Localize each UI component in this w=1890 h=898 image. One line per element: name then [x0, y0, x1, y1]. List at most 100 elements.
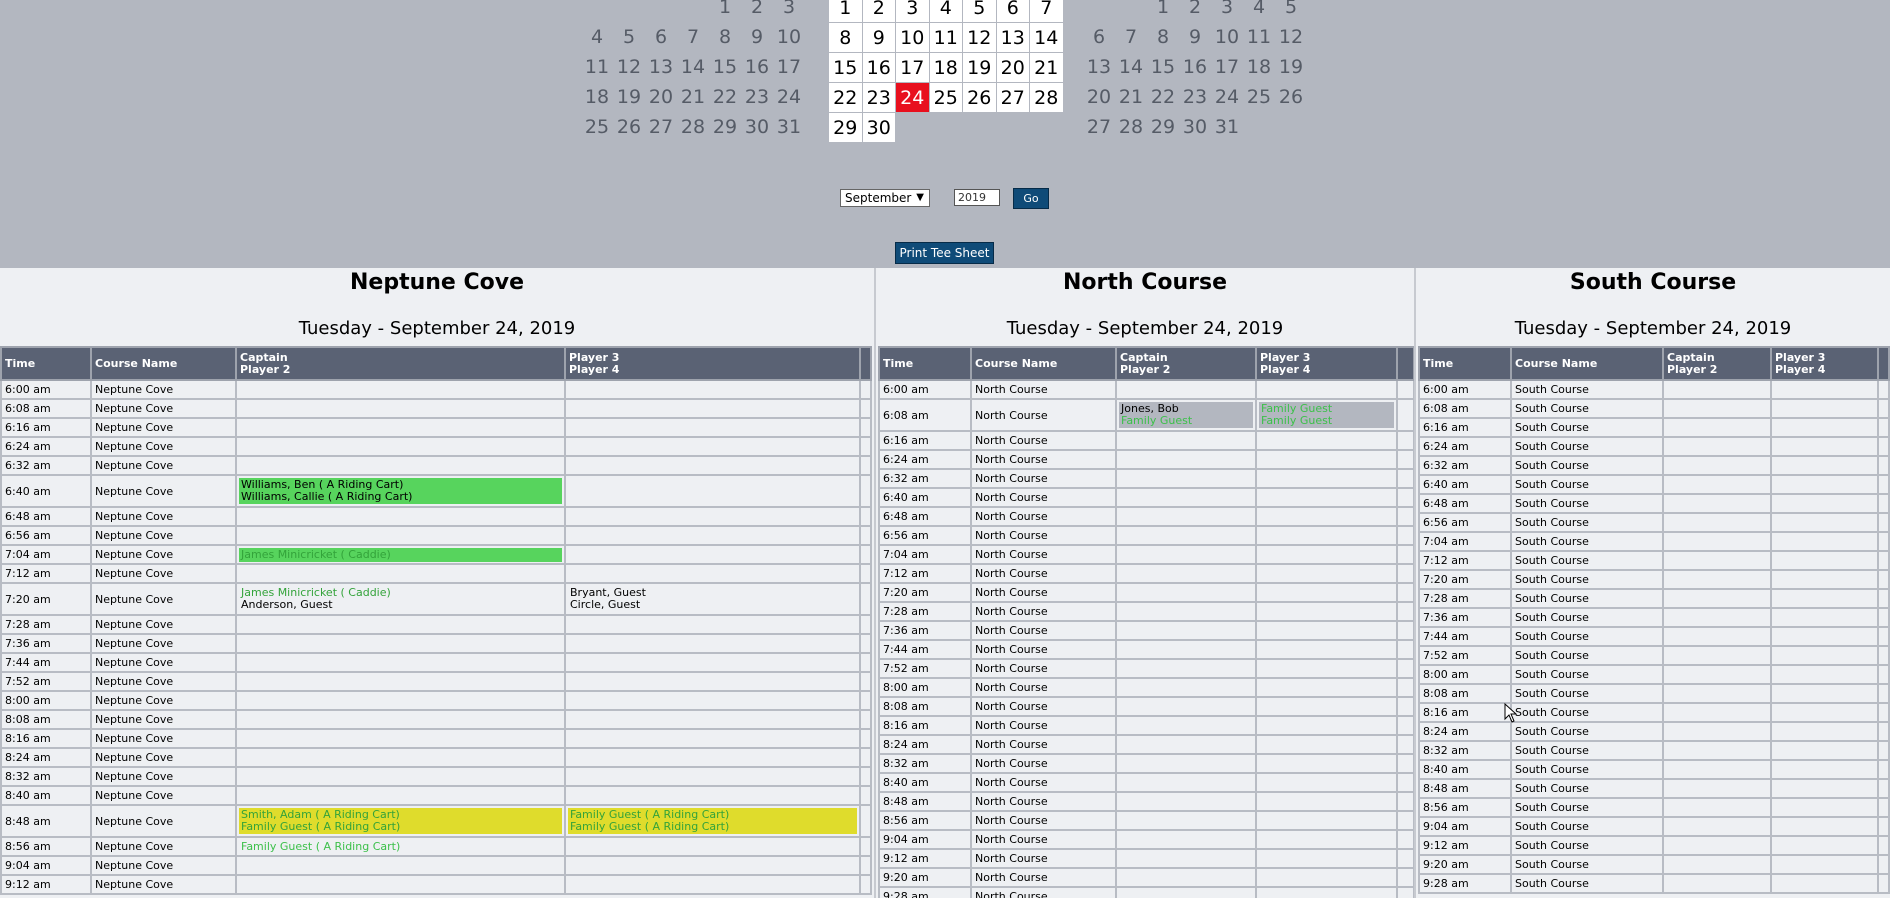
tee-slot-captain-player2[interactable]	[1115, 487, 1257, 508]
tee-slot-player3-player4[interactable]	[1770, 854, 1879, 875]
calendar-day[interactable]: 18	[928, 52, 963, 83]
tee-slot-captain-player2[interactable]	[1115, 791, 1257, 812]
tee-slot-player3-player4[interactable]	[564, 671, 861, 692]
tee-slot-player3-player4[interactable]	[1255, 430, 1398, 451]
tee-slot-captain-player2[interactable]	[1115, 544, 1257, 565]
tee-slot-captain-player2[interactable]	[235, 728, 566, 749]
tee-slot-captain-player2[interactable]	[1662, 702, 1772, 723]
tee-slot-player3-player4[interactable]	[1770, 778, 1879, 799]
booking-block[interactable]: Family Guest ( A Riding Cart) Family Gues…	[568, 808, 857, 834]
tee-slot-player3-player4[interactable]	[1255, 601, 1398, 622]
calendar-day[interactable]: 25	[928, 82, 963, 113]
tee-slot-captain-player2[interactable]	[1115, 525, 1257, 546]
tee-slot-captain-player2[interactable]	[1115, 734, 1257, 755]
tee-slot-captain-player2[interactable]	[1662, 797, 1772, 818]
tee-slot-captain-player2[interactable]	[235, 614, 566, 635]
tee-slot-player3-player4[interactable]	[1255, 563, 1398, 584]
tee-slot-player3-player4[interactable]	[1770, 835, 1879, 856]
tee-slot-captain-player2[interactable]	[1115, 696, 1257, 717]
tee-slot-player3-player4[interactable]	[1770, 398, 1879, 419]
print-tee-sheet-button[interactable]: Print Tee Sheet	[895, 242, 994, 264]
calendar-day[interactable]: 3	[895, 0, 930, 23]
calendar-day[interactable]: 11	[928, 22, 963, 53]
booking-block[interactable]: James Minicricket ( Caddie) Anderson, Gue…	[239, 586, 562, 612]
tee-slot-captain-player2[interactable]	[1662, 512, 1772, 533]
year-input[interactable]	[954, 189, 1000, 206]
tee-slot-captain-player2[interactable]	[1115, 829, 1257, 850]
booking-block[interactable]: Jones, Bob Family Guest	[1119, 402, 1253, 428]
calendar-day[interactable]: 16	[861, 52, 896, 83]
tee-slot-captain-player2[interactable]	[235, 455, 566, 476]
calendar-day[interactable]: 20	[995, 52, 1030, 83]
tee-slot-player3-player4[interactable]	[1770, 683, 1879, 704]
tee-slot-player3-player4[interactable]	[564, 652, 861, 673]
tee-slot-captain-player2[interactable]	[1115, 639, 1257, 660]
calendar-day[interactable]: 13	[995, 22, 1030, 53]
calendar-day[interactable]: 10	[895, 22, 930, 53]
tee-slot-player3-player4[interactable]	[1255, 449, 1398, 470]
tee-slot-captain-player2[interactable]	[1662, 455, 1772, 476]
tee-slot-captain-player2[interactable]	[1662, 683, 1772, 704]
tee-slot-player3-player4[interactable]	[564, 614, 861, 635]
calendar-day[interactable]: 1	[828, 0, 863, 23]
player-name[interactable]: Circle, Guest	[570, 599, 855, 611]
tee-slot-player3-player4[interactable]	[1770, 550, 1879, 571]
tee-slot-player3-player4[interactable]	[564, 379, 861, 400]
tee-slot-player3-player4[interactable]	[1255, 734, 1398, 755]
tee-slot-player3-player4[interactable]	[1255, 658, 1398, 679]
calendar-day[interactable]: 22	[828, 82, 863, 113]
player-name[interactable]: Family Guest ( A Riding Cart)	[241, 821, 560, 833]
tee-slot-captain-player2[interactable]	[1115, 468, 1257, 489]
tee-slot-captain-player2[interactable]	[1662, 626, 1772, 647]
tee-slot-captain-player2[interactable]	[1662, 740, 1772, 761]
tee-slot-captain-player2[interactable]	[1662, 778, 1772, 799]
tee-slot-captain-player2[interactable]	[1115, 848, 1257, 869]
tee-slot-player3-player4[interactable]	[564, 690, 861, 711]
calendar-day[interactable]: 21	[1029, 52, 1064, 83]
tee-slot-player3-player4[interactable]	[1255, 525, 1398, 546]
tee-slot-captain-player2[interactable]	[1662, 417, 1772, 438]
tee-slot-player3-player4[interactable]	[1255, 791, 1398, 812]
calendar-day[interactable]: 4	[928, 0, 963, 23]
tee-slot-captain-player2[interactable]	[1115, 753, 1257, 774]
calendar-day[interactable]: 19	[962, 52, 997, 83]
calendar-day[interactable]: 6	[995, 0, 1030, 23]
tee-slot-captain-player2[interactable]	[1115, 867, 1257, 888]
tee-slot-captain-player2[interactable]	[1662, 759, 1772, 780]
tee-slot-captain-player2[interactable]	[1115, 601, 1257, 622]
go-button[interactable]: Go	[1013, 188, 1049, 209]
tee-slot-captain-player2[interactable]	[1662, 493, 1772, 514]
tee-slot-player3-player4[interactable]	[1770, 512, 1879, 533]
tee-slot-player3-player4[interactable]: Family Guest ( A Riding Cart) Family Gues…	[564, 804, 861, 838]
tee-slot-player3-player4[interactable]	[1255, 829, 1398, 850]
tee-slot-captain-player2[interactable]: James Minicricket ( Caddie) Anderson, Gue…	[235, 582, 566, 616]
tee-slot-captain-player2[interactable]	[1662, 436, 1772, 457]
tee-slot-captain-player2[interactable]	[1115, 582, 1257, 603]
tee-slot-player3-player4[interactable]	[564, 785, 861, 806]
tee-slot-player3-player4[interactable]	[564, 747, 861, 768]
tee-slot-captain-player2[interactable]	[1115, 379, 1257, 400]
tee-slot-player3-player4[interactable]	[1255, 715, 1398, 736]
tee-slot-captain-player2[interactable]: Jones, Bob Family Guest	[1115, 398, 1257, 432]
tee-slot-player3-player4[interactable]	[1255, 772, 1398, 793]
player-name[interactable]: Family Guest	[1261, 415, 1392, 427]
tee-slot-player3-player4[interactable]	[1770, 645, 1879, 666]
tee-slot-player3-player4[interactable]	[1770, 740, 1879, 761]
tee-slot-player3-player4[interactable]	[1255, 810, 1398, 831]
month-select[interactable]: September ▼	[840, 189, 930, 207]
calendar-day[interactable]: 29	[828, 112, 863, 143]
tee-slot-captain-player2[interactable]	[235, 417, 566, 438]
tee-slot-player3-player4[interactable]	[1770, 531, 1879, 552]
tee-slot-captain-player2[interactable]	[235, 398, 566, 419]
tee-slot-player3-player4[interactable]	[1770, 702, 1879, 723]
tee-slot-player3-player4[interactable]	[1770, 816, 1879, 837]
player-name[interactable]: Family Guest ( A Riding Cart)	[241, 840, 560, 853]
player-name[interactable]: Family Guest ( A Riding Cart)	[570, 821, 855, 833]
tee-slot-captain-player2[interactable]	[1115, 810, 1257, 831]
player-name[interactable]: Anderson, Guest	[241, 599, 560, 611]
tee-slot-captain-player2[interactable]	[1115, 563, 1257, 584]
calendar-day-selected[interactable]: 24	[895, 82, 930, 113]
tee-slot-captain-player2[interactable]	[1115, 620, 1257, 641]
tee-slot-player3-player4[interactable]	[564, 398, 861, 419]
tee-slot-captain-player2[interactable]	[235, 709, 566, 730]
